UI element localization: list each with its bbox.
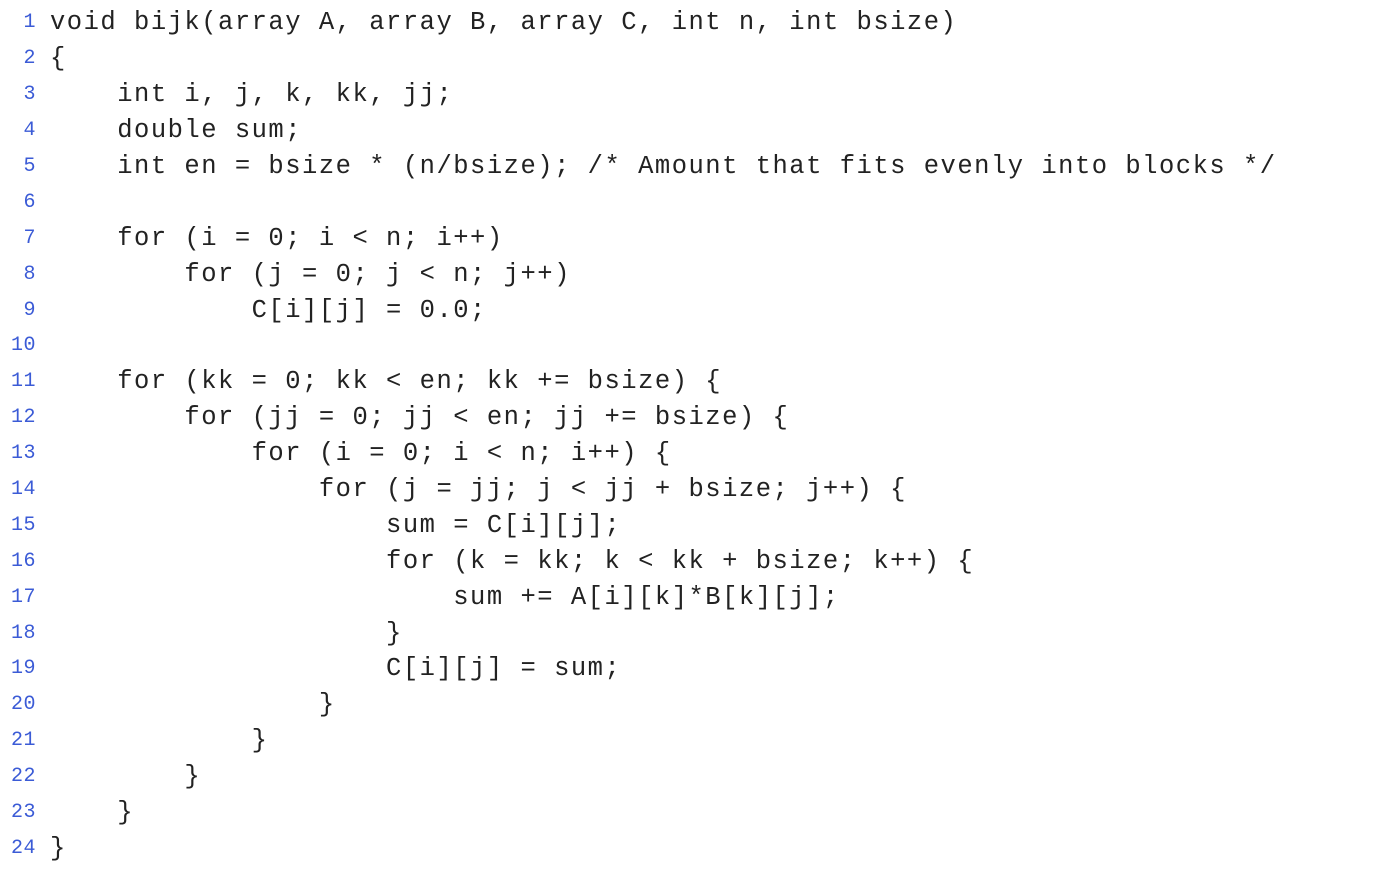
line-number: 6 (23, 190, 36, 214)
code-line-12: 12 for (jj = 0; jj < en; jj += bsize) { (0, 400, 1376, 436)
code-line-21: 21 } (0, 723, 1376, 759)
code-line-15: 15 sum = C[i][j]; (0, 507, 1376, 543)
line-code: void bijk(array A, array B, array C, int… (50, 8, 958, 38)
line-code: for (j = 0; j < n; j++) (50, 259, 571, 289)
code-line-19: 19 C[i][j] = sum; (0, 651, 1376, 687)
code-line-20: 20 } (0, 687, 1376, 723)
code-line-6: 6 (0, 184, 1376, 220)
code-line-9: 9 C[i][j] = 0.0; (0, 292, 1376, 328)
line-number: 14 (10, 478, 36, 502)
line-code: for (jj = 0; jj < en; jj += bsize) { (50, 403, 790, 433)
code-line-18: 18 } (0, 615, 1376, 651)
line-number: 11 (10, 370, 36, 394)
line-code: for (i = 0; i < n; i++) { (50, 439, 672, 469)
line-code: int i, j, k, kk, jj; (50, 80, 454, 110)
line-code: sum += A[i][k]*B[k][j]; (50, 582, 840, 612)
line-number: 13 (10, 442, 36, 466)
code-line-11: 11 for (kk = 0; kk < en; kk += bsize) { (0, 364, 1376, 400)
line-number: 23 (10, 801, 36, 825)
line-number: 20 (10, 693, 36, 717)
line-code: for (kk = 0; kk < en; kk += bsize) { (50, 367, 723, 397)
line-number: 2 (23, 47, 36, 71)
line-number: 3 (23, 83, 36, 107)
line-number: 15 (10, 513, 36, 537)
code-line-17: 17 sum += A[i][k]*B[k][j]; (0, 579, 1376, 615)
line-code: sum = C[i][j]; (50, 510, 622, 540)
code-line-8: 8 for (j = 0; j < n; j++) (0, 256, 1376, 292)
line-code: } (50, 762, 202, 792)
code-line-3: 3 int i, j, k, kk, jj; (0, 77, 1376, 113)
line-number: 10 (10, 334, 36, 358)
code-line-2: 2{ (0, 41, 1376, 77)
code-line-23: 23 } (0, 795, 1376, 831)
code-line-16: 16 for (k = kk; k < kk + bsize; k++) { (0, 543, 1376, 579)
line-code: for (i = 0; i < n; i++) (50, 223, 504, 253)
line-code: for (j = jj; j < jj + bsize; j++) { (50, 475, 907, 505)
line-number: 18 (10, 621, 36, 645)
line-code: } (50, 726, 269, 756)
line-code: C[i][j] = sum; (50, 654, 622, 684)
line-number: 17 (10, 585, 36, 609)
line-number: 16 (10, 549, 36, 573)
line-number: 21 (10, 729, 36, 753)
line-number: 24 (10, 836, 36, 860)
line-number: 4 (23, 119, 36, 143)
code-line-10: 10 (0, 328, 1376, 364)
code-line-24: 24} (0, 830, 1376, 866)
line-code: for (k = kk; k < kk + bsize; k++) { (50, 546, 975, 576)
line-number: 22 (10, 765, 36, 789)
code-line-14: 14 for (j = jj; j < jj + bsize; j++) { (0, 472, 1376, 508)
line-code: } (50, 798, 135, 828)
line-code: } (50, 833, 67, 863)
line-code: double sum; (50, 116, 303, 146)
code-line-22: 22 } (0, 759, 1376, 795)
line-number: 1 (23, 11, 36, 35)
code-line-1: 1 void bijk(array A, array B, array C, in… (0, 5, 1376, 41)
code-listing: 1 void bijk(array A, array B, array C, in… (0, 5, 1376, 866)
line-number: 9 (23, 298, 36, 322)
line-number: 7 (23, 226, 36, 250)
code-line-7: 7 for (i = 0; i < n; i++) (0, 220, 1376, 256)
line-number: 19 (10, 657, 36, 681)
line-code: } (50, 618, 403, 648)
line-code: int en = bsize * (n/bsize); /* Amount th… (50, 152, 1277, 181)
line-number: 12 (10, 406, 36, 430)
line-code: C[i][j] = 0.0; (50, 295, 487, 325)
line-code: { (50, 44, 67, 74)
line-code: } (50, 690, 336, 720)
line-number: 5 (23, 155, 36, 178)
line-number: 8 (23, 262, 36, 286)
code-line-5: 5 int en = bsize * (n/bsize); /* Amount … (0, 149, 1376, 185)
code-line-13: 13 for (i = 0; i < n; i++) { (0, 436, 1376, 472)
code-line-4: 4 double sum; (0, 113, 1376, 149)
